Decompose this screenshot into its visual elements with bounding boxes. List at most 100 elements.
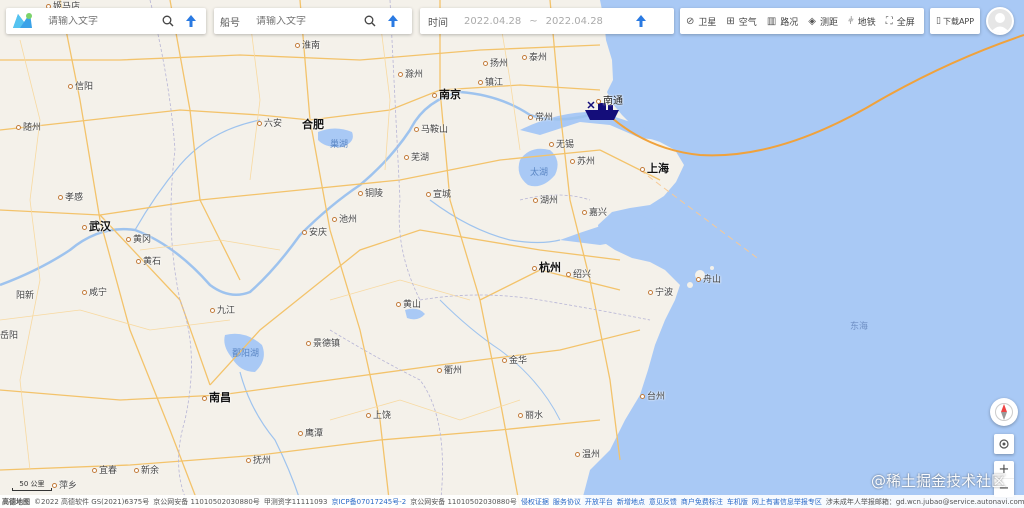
place-wenzhou: 温州 [575,447,600,460]
layer-subway-button[interactable]: ⫩ 地铁 [843,8,881,34]
time-label: 时间 [428,17,448,29]
air-icon: ⊞ [726,15,735,27]
ship-search-button[interactable] [360,8,380,34]
user-icon [990,13,1010,33]
map-canvas[interactable]: 姬马店 淮南 泰州 扬州 滁州 镇江 信阳 南京 南通 常州 合肥 六安 马鞍山… [0,0,1024,508]
phone-icon: ▯ [936,16,941,26]
place-taihu: 太湖 [530,168,549,178]
copyright-text: ©2022 高德软件 GS(2021)6375号 [34,497,150,506]
icp-link[interactable]: 京ICP备07017245号-2 [331,497,406,507]
watermark: @稀土掘金技术社区 [870,472,1006,490]
ship-search-panel: 船号 [214,8,412,34]
locate-route-button[interactable] [180,8,202,34]
place-shaoxing: 绍兴 [566,267,591,280]
place-xiaogan: 孝感 [58,190,83,203]
ship-search-label: 船号 [220,17,240,29]
place-maanshan: 马鞍山 [414,122,448,135]
layer-satellite-button[interactable]: ⊘ 卫星 [680,8,721,34]
place-nantong: 南通 [596,92,623,107]
place-poyanghu: 鄱阳湖 [232,349,260,359]
place-huangshan: 黄山 [396,297,421,310]
place-ningbo: 宁波 [648,285,673,298]
place-shanghai: 上海 [640,160,669,176]
scale-bar: 50 公里 [12,479,52,491]
place-yueyang: 岳阳 [0,331,19,341]
place-lishui: 丽水 [518,408,543,421]
place-donghai: 东海 [850,322,869,332]
search-button[interactable] [158,8,178,34]
place-yingtan: 鹰潭 [298,426,323,439]
feedback-link[interactable]: 意见反馈 [649,497,677,507]
place-zhenjiang: 镇江 [478,75,503,88]
police-record-2[interactable]: 京公网安备 11010502030880号 [410,497,517,507]
place-fuzhou-j: 抚州 [246,453,271,466]
ship-locate-button[interactable] [382,8,404,34]
locate-me-button[interactable] [994,434,1014,454]
search-icon [162,15,174,27]
car-version-link[interactable]: 车机版 [727,497,748,507]
place-jinhua: 金华 [502,353,527,366]
layer-toolbar: ⊘ 卫星 ⊞ 空气 ▥ 路况 ◈ 测距 ⫩ 地铁 ⛶ 全屏 [680,8,924,34]
place-luan: 六安 [257,116,282,129]
place-jingdezhen: 景德镇 [306,336,340,349]
place-taizhou-n: 泰州 [522,50,547,63]
place-wuhu: 芜湖 [404,150,429,163]
download-app-button[interactable]: ▯ 下载APP [930,8,980,34]
start-date-field[interactable]: 2022.04.28 [464,16,521,27]
place-wuhan: 武汉 [82,218,111,234]
place-nanjing: 南京 [432,86,461,102]
logo-icon[interactable] [10,10,34,32]
compass-icon [995,403,1013,421]
service-agreement-link[interactable]: 服务协议 [553,497,581,507]
place-wuxi: 无锡 [549,137,574,150]
minor-report-email: 涉未成年人举报邮箱：gd.wcn.jubao@service.autonavi.… [825,497,1024,506]
infringement-link[interactable]: 侵权证据 [521,497,549,507]
place-jiujiang: 九江 [210,303,235,316]
crosshair-icon [999,439,1009,449]
place-yangxin: 阳新 [16,291,35,301]
place-hefei: 合肥 [302,118,324,131]
place-nanchang: 南昌 [202,389,231,405]
arrow-up-icon [388,15,398,27]
layer-ruler-button[interactable]: ◈ 测距 [803,8,843,34]
place-chaohu: 巢湖 [330,140,349,150]
compass-control[interactable] [990,398,1018,426]
ship-number-input[interactable] [256,15,360,27]
search-input[interactable] [48,15,158,27]
place-huanggang: 黄冈 [126,232,151,245]
harmful-info-report-link[interactable]: 网上有害信息举报专区 [752,497,822,507]
place-hangzhou: 杭州 [532,259,561,275]
place-jiaxing: 嘉兴 [582,205,607,218]
place-xuancheng: 宣城 [426,187,451,200]
open-platform-link[interactable]: 开放平台 [585,497,613,507]
layer-fullscreen-button[interactable]: ⛶ 全屏 [881,8,920,34]
place-shangrao: 上饶 [366,408,391,421]
place-quzhou: 衢州 [437,363,462,376]
place-anqing: 安庆 [302,225,327,238]
layer-air-button[interactable]: ⊞ 空气 [721,8,761,34]
satellite-icon: ⊘ [686,15,695,27]
arrow-up-icon [635,15,646,27]
time-filter-apply-button[interactable] [629,8,653,34]
amap-logo[interactable]: 高德地图 [2,497,30,507]
place-yangzhou: 扬州 [483,56,508,69]
subway-icon: ⫩ [848,15,854,27]
police-record[interactable]: 京公网安备 11010502030880号 [153,497,260,507]
layer-traffic-button[interactable]: ▥ 路况 [762,8,803,34]
arrow-up-icon [186,15,196,27]
map-footer: 高德地图 ©2022 高德软件 GS(2021)6375号 京公网安备 1101… [0,495,1024,508]
place-chizhou: 池州 [332,212,357,225]
search-panel [6,8,206,34]
ruler-icon: ◈ [808,15,816,27]
end-date-field[interactable]: 2022.04.28 [546,16,603,27]
place-suzhou: 苏州 [570,154,595,167]
date-range-separator: ~ [529,15,538,27]
place-xinyu: 新余 [134,463,159,476]
user-avatar[interactable] [986,7,1014,35]
fullscreen-icon: ⛶ [885,15,893,27]
merchant-label-link[interactable]: 商户免费标注 [681,497,723,507]
place-zhoushan: 舟山 [696,272,721,285]
place-taizhou-s: 台州 [640,389,665,402]
time-filter-panel: 时间 2022.04.28 ~ 2022.04.28 [420,8,674,34]
add-place-link[interactable]: 新增地点 [617,497,645,507]
